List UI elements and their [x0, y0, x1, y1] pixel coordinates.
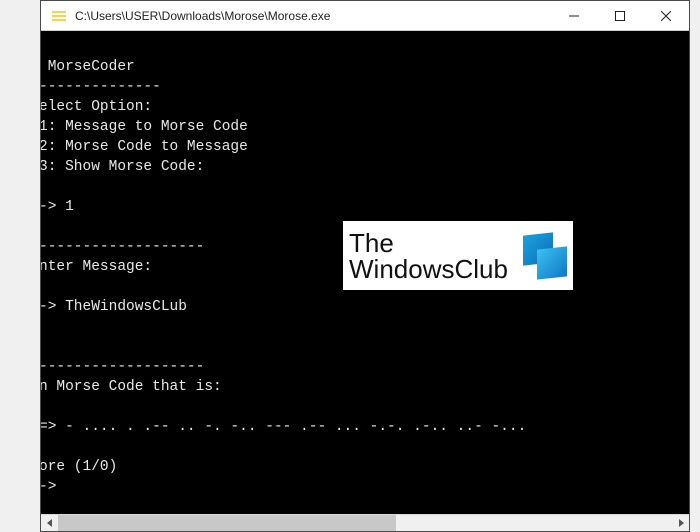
scroll-right-button[interactable]: [672, 515, 689, 531]
console-line: [41, 177, 689, 197]
console-line: elect Option:: [41, 97, 689, 117]
window-title: C:\Users\USER\Downloads\Morose\Morose.ex…: [75, 9, 551, 23]
console-line: -> TheWindowsCLub: [41, 297, 689, 317]
watermark-logo: The WindowsClub: [343, 221, 573, 290]
console-line: [41, 317, 689, 337]
console-line: [41, 437, 689, 457]
maximize-button[interactable]: [597, 1, 643, 30]
console-line: --------------: [41, 77, 689, 97]
console-window: C:\Users\USER\Downloads\Morose\Morose.ex…: [40, 0, 690, 532]
console-line: => - .... . .-- .. -. -.. --- .-- ... -.…: [41, 417, 689, 437]
watermark-line1: The: [349, 230, 508, 256]
scroll-left-button[interactable]: [41, 515, 58, 531]
console-line: -------------------: [41, 357, 689, 377]
app-icon: [49, 6, 69, 26]
console-line: [41, 37, 689, 57]
console-line: [41, 397, 689, 417]
watermark-line2: WindowsClub: [349, 256, 508, 282]
window-controls: [551, 1, 689, 30]
console-line: ->: [41, 477, 689, 497]
console-line: -> 1: [41, 197, 689, 217]
windows-logo-icon: [523, 234, 567, 278]
console-line: 1: Message to Morse Code: [41, 117, 689, 137]
horizontal-scrollbar[interactable]: [41, 514, 689, 531]
console-line: n Morse Code that is:: [41, 377, 689, 397]
console-line: 2: Morse Code to Message: [41, 137, 689, 157]
console-client-area[interactable]: MorseCoder--------------elect Option:1: …: [41, 31, 689, 514]
console-line: ore (1/0): [41, 457, 689, 477]
minimize-button[interactable]: [551, 1, 597, 30]
scrollbar-track[interactable]: [58, 515, 672, 531]
titlebar[interactable]: C:\Users\USER\Downloads\Morose\Morose.ex…: [41, 1, 689, 31]
console-line: 3: Show Morse Code:: [41, 157, 689, 177]
scrollbar-thumb[interactable]: [58, 515, 396, 531]
console-line: [41, 337, 689, 357]
console-line: MorseCoder: [41, 57, 689, 77]
close-button[interactable]: [643, 1, 689, 30]
